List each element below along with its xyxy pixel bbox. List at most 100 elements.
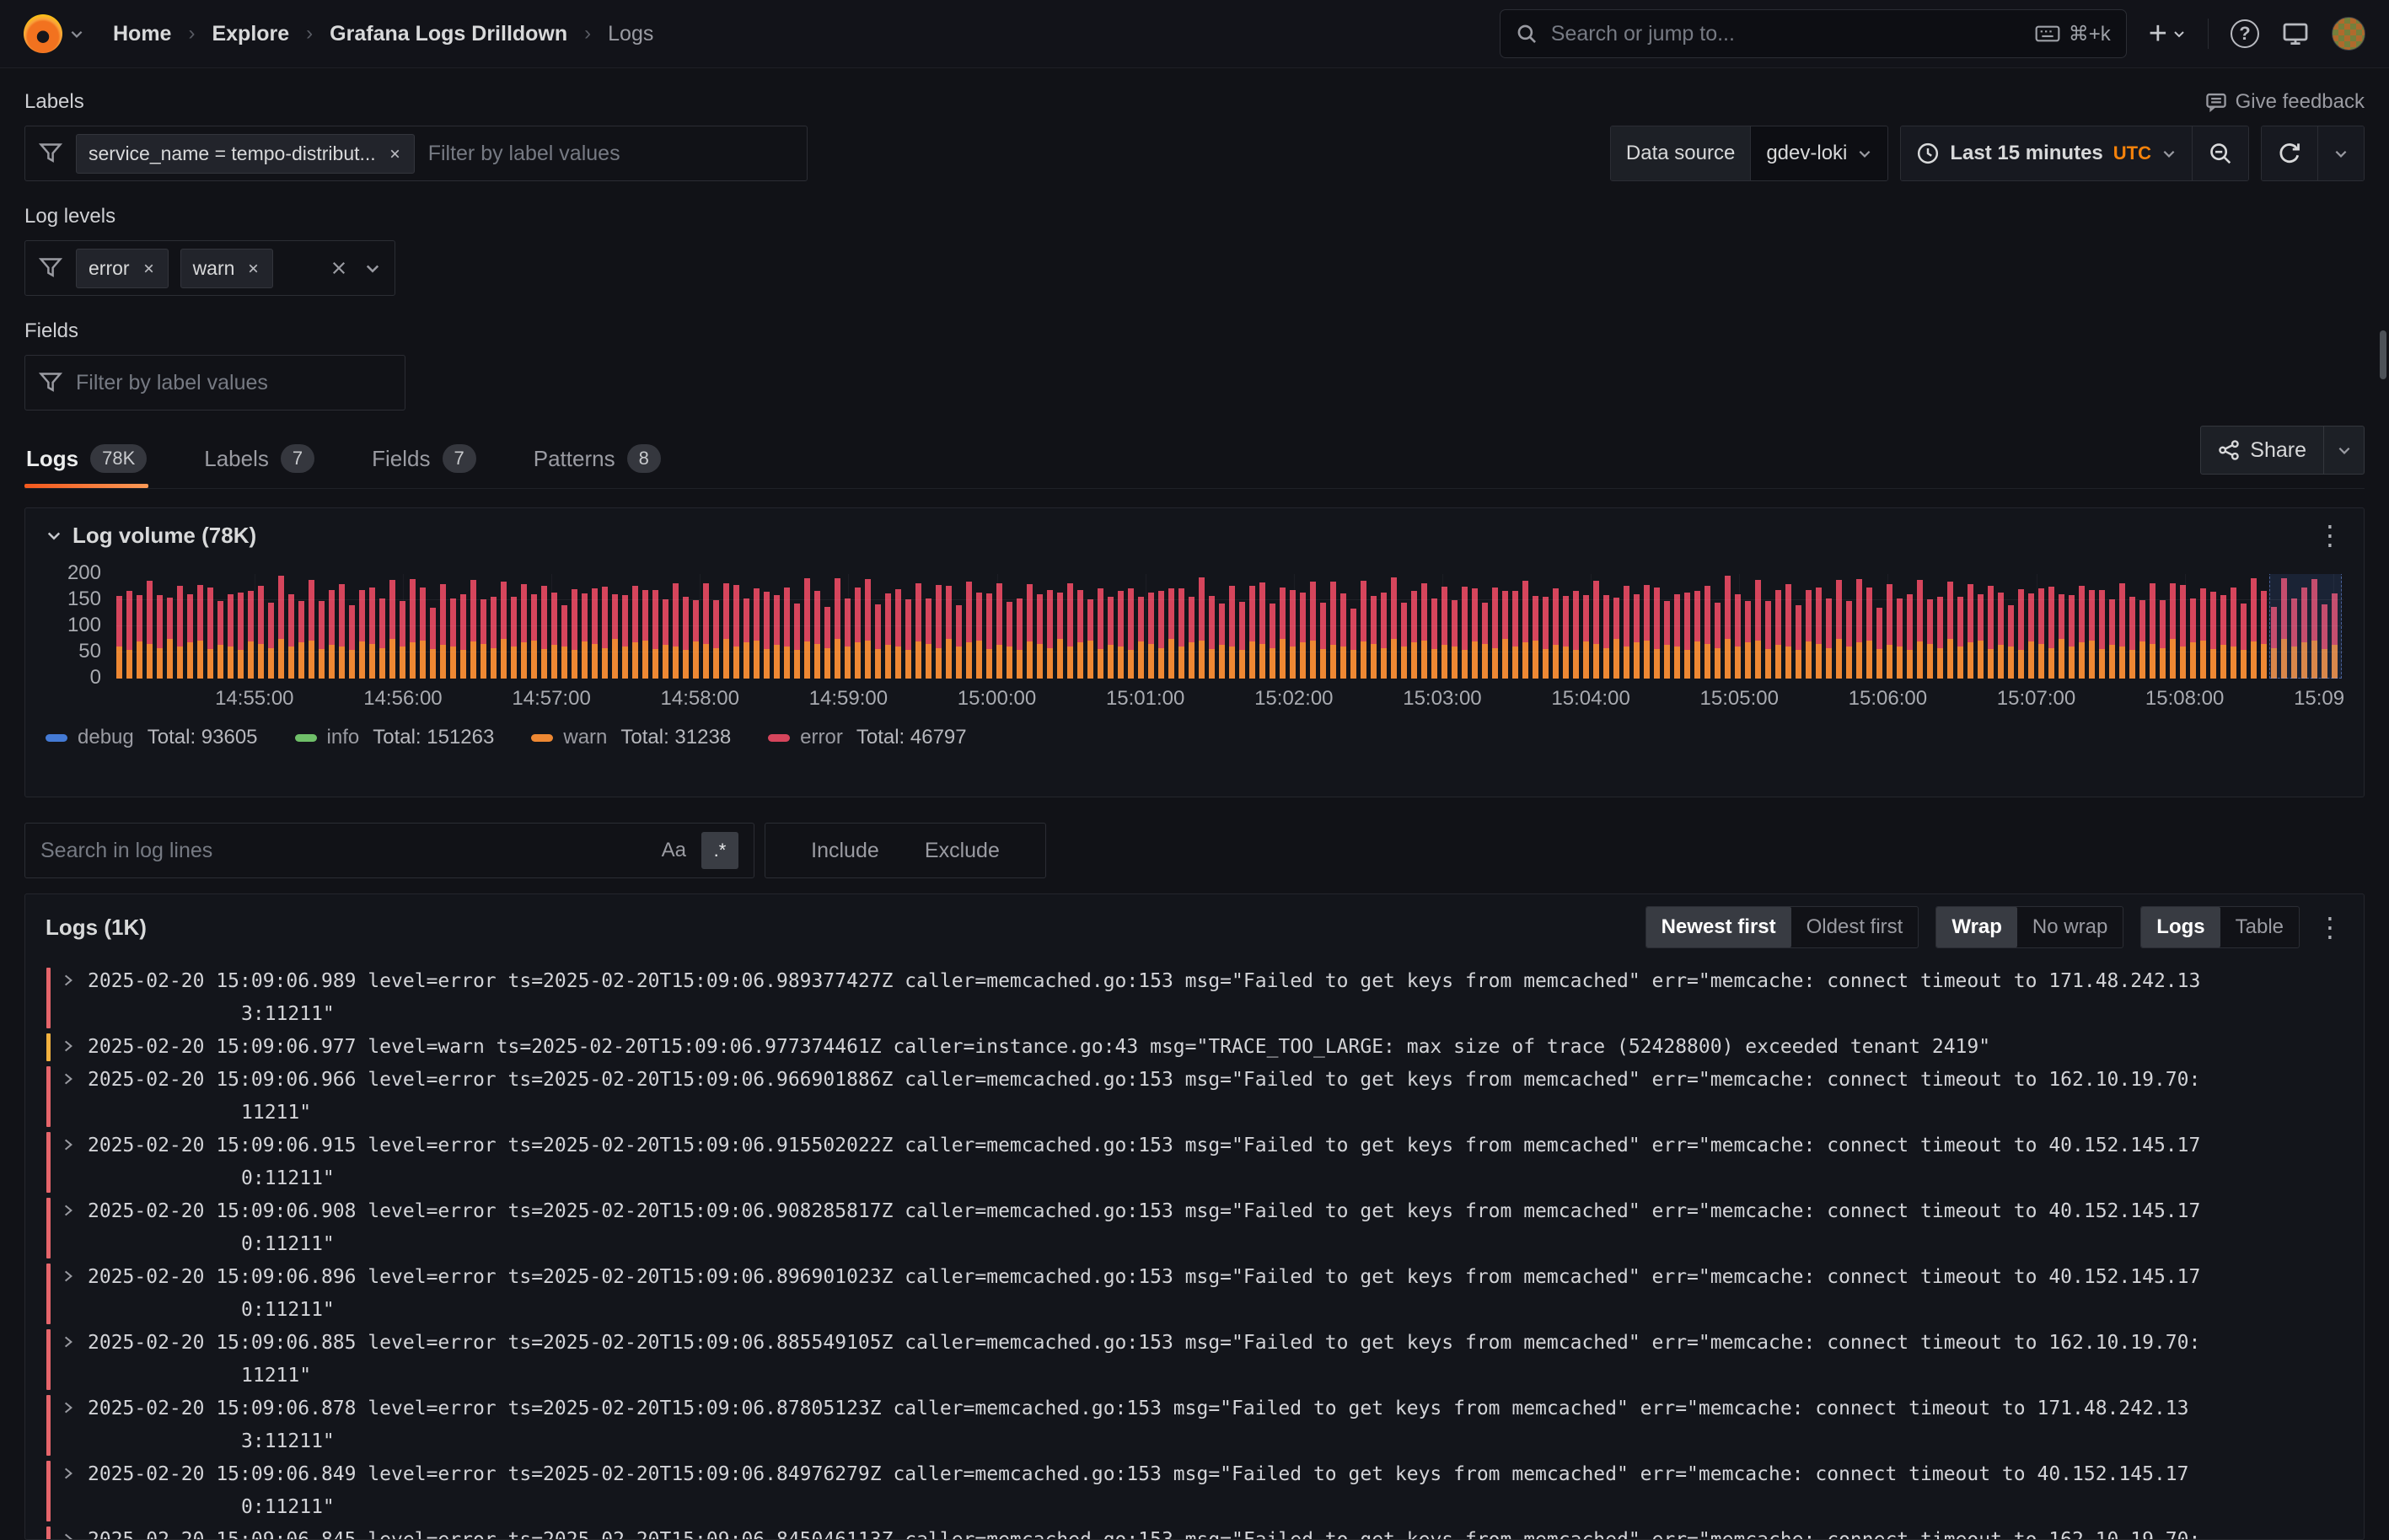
log-row[interactable]: 2025-02-20 15:09:06.885 level=error ts=2…	[46, 1327, 2343, 1392]
toggle-logs[interactable]: Logs	[2141, 907, 2220, 947]
grafana-logo-icon[interactable]	[24, 14, 62, 53]
global-search-input[interactable]: Search or jump to... ⌘+k	[1500, 9, 2127, 58]
expand-log-chevron[interactable]	[61, 1038, 76, 1064]
error-bar-segment	[885, 593, 891, 645]
error-bar-segment	[1371, 596, 1377, 644]
help-icon[interactable]: ?	[2231, 19, 2259, 48]
gridline-vertical	[997, 574, 998, 679]
chart-bar	[1270, 604, 1275, 679]
include-button[interactable]: Include	[811, 839, 879, 863]
toggle-wrap[interactable]: Wrap	[1936, 907, 2017, 947]
error-bar-segment	[238, 593, 244, 650]
page-scrollbar[interactable]	[2380, 330, 2386, 379]
zoom-out-button[interactable]	[2192, 126, 2248, 180]
log-row[interactable]: 2025-02-20 15:09:06.989 level=error ts=2…	[46, 965, 2343, 1031]
expand-log-chevron[interactable]	[61, 1137, 76, 1195]
error-bar-segment	[1978, 594, 1984, 641]
warn-bar-segment	[744, 642, 749, 679]
legend-item-info[interactable]: infoTotal: 151263	[295, 726, 495, 749]
logs-menu-icon[interactable]: ⋮	[2317, 914, 2343, 941]
warn-bar-segment	[1927, 644, 1933, 679]
tab-logs[interactable]: Logs78K	[24, 439, 148, 488]
remove-icon[interactable]	[246, 261, 260, 276]
user-avatar[interactable]	[2332, 17, 2365, 51]
datasource-select[interactable]: gdev-loki	[1750, 126, 1887, 180]
error-bar-segment	[1664, 601, 1670, 646]
warn-bar-segment	[1270, 648, 1275, 679]
error-bar-segment	[1563, 596, 1569, 647]
log-row[interactable]: 2025-02-20 15:09:06.977 level=warn ts=20…	[46, 1031, 2343, 1064]
legend-item-error[interactable]: errorTotal: 46797	[768, 726, 966, 749]
legend-swatch	[295, 734, 317, 742]
refresh-button[interactable]	[2262, 126, 2317, 180]
error-bar-segment	[1421, 583, 1427, 641]
chevron-down-icon[interactable]	[364, 260, 381, 276]
clear-all-icon[interactable]	[330, 260, 347, 276]
log-levels-filter-bar[interactable]: error warn	[24, 240, 395, 296]
remove-icon[interactable]	[142, 261, 156, 276]
expand-log-chevron[interactable]	[61, 1203, 76, 1261]
expand-log-chevron[interactable]	[61, 1466, 76, 1524]
panel-menu-icon[interactable]: ⋮	[2317, 522, 2343, 549]
chart-bar	[1866, 588, 1872, 679]
breadcrumb-item[interactable]: Home	[113, 22, 171, 46]
new-menu-button[interactable]: +	[2149, 18, 2186, 50]
toggle-newest-first[interactable]: Newest first	[1646, 907, 1791, 947]
nav-menu-chevron-icon[interactable]	[69, 26, 84, 41]
log-row[interactable]: 2025-02-20 15:09:06.849 level=error ts=2…	[46, 1458, 2343, 1524]
time-range-button[interactable]: Last 15 minutes UTC	[1901, 126, 2192, 180]
expand-log-chevron[interactable]	[61, 1071, 76, 1130]
collapse-chevron-icon[interactable]	[46, 527, 62, 544]
give-feedback-link[interactable]: Give feedback	[1610, 90, 2365, 114]
news-monitor-icon[interactable]	[2281, 20, 2310, 47]
toggle-table[interactable]: Table	[2220, 907, 2299, 947]
share-dropdown-chevron[interactable]	[2323, 427, 2364, 474]
fields-filter-bar[interactable]: Filter by label values	[24, 355, 405, 410]
expand-log-chevron[interactable]	[61, 1532, 76, 1540]
tab-labels[interactable]: Labels7	[202, 439, 316, 488]
log-search-input[interactable]: Search in log lines Aa .*	[24, 823, 754, 878]
expand-log-chevron[interactable]	[61, 1334, 76, 1392]
error-bar-segment	[1745, 601, 1751, 642]
log-row[interactable]: 2025-02-20 15:09:06.908 level=error ts=2…	[46, 1195, 2343, 1261]
labels-filter-bar[interactable]: service_name = tempo-distribut... Filter…	[24, 126, 808, 181]
regex-button[interactable]: .*	[701, 832, 738, 869]
legend-swatch	[531, 734, 553, 742]
refresh-interval-chevron[interactable]	[2317, 126, 2364, 180]
label-filter-chip[interactable]: service_name = tempo-distribut...	[76, 134, 415, 174]
tab-patterns[interactable]: Patterns8	[532, 439, 663, 488]
chart-bar	[824, 607, 830, 679]
log-row[interactable]: 2025-02-20 15:09:06.896 level=error ts=2…	[46, 1261, 2343, 1327]
expand-log-chevron[interactable]	[61, 973, 76, 1031]
chart-bar	[1310, 582, 1316, 679]
expand-log-chevron[interactable]	[61, 1269, 76, 1327]
exclude-button[interactable]: Exclude	[925, 839, 1000, 863]
log-row[interactable]: 2025-02-20 15:09:06.878 level=error ts=2…	[46, 1392, 2343, 1458]
level-chip-warn[interactable]: warn	[180, 249, 274, 288]
breadcrumb-item[interactable]: Grafana Logs Drilldown	[330, 22, 567, 46]
breadcrumb-item[interactable]: Logs	[608, 22, 653, 46]
remove-icon[interactable]	[388, 147, 402, 161]
legend-item-warn[interactable]: warnTotal: 31238	[531, 726, 731, 749]
tab-count-badge: 7	[281, 444, 314, 473]
warn-bar-segment	[632, 642, 638, 679]
tab-fields[interactable]: Fields7	[370, 439, 478, 488]
share-button[interactable]: Share	[2201, 427, 2323, 474]
toggle-oldest-first[interactable]: Oldest first	[1791, 907, 1919, 947]
chart-bar	[329, 590, 335, 679]
error-bar-segment	[1876, 608, 1882, 649]
toggle-no-wrap[interactable]: No wrap	[2017, 907, 2123, 947]
legend-item-debug[interactable]: debugTotal: 93605	[46, 726, 258, 749]
case-sensitivity-button[interactable]: Aa	[662, 839, 686, 862]
log-row[interactable]: 2025-02-20 15:09:06.966 level=error ts=2…	[46, 1064, 2343, 1130]
level-chip-error[interactable]: error	[76, 249, 169, 288]
log-text: 2025-02-20 15:09:06.989 level=error ts=2…	[88, 965, 2200, 1031]
chart-bar	[1280, 588, 1286, 679]
expand-log-chevron[interactable]	[61, 1400, 76, 1458]
log-row[interactable]: 2025-02-20 15:09:06.845 level=error ts=2…	[46, 1524, 2343, 1540]
chart-plot[interactable]	[116, 574, 2343, 679]
chart-bar	[268, 603, 274, 679]
breadcrumb-item[interactable]: Explore	[212, 22, 289, 46]
log-row[interactable]: 2025-02-20 15:09:06.915 level=error ts=2…	[46, 1130, 2343, 1195]
log-line: 2025-02-20 15:09:06.878 level=error ts=2…	[88, 1392, 2189, 1425]
